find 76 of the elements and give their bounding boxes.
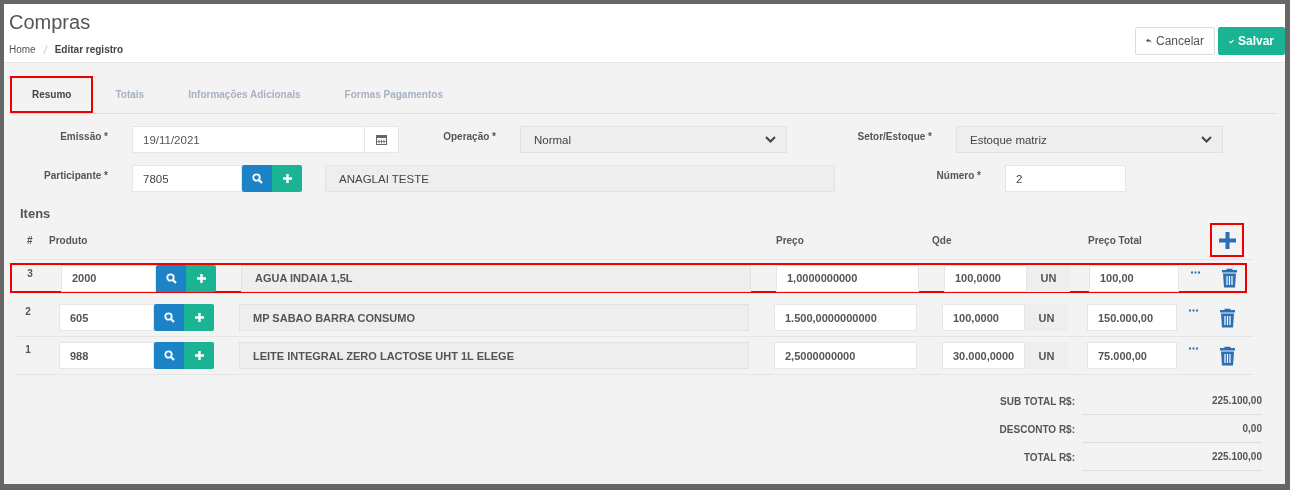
total-label: DESCONTO R$: [998, 423, 1075, 435]
column-header: Preço [776, 235, 804, 246]
tab[interactable]: Resumo [10, 76, 94, 113]
calendar-icon [376, 134, 387, 145]
breadcrumb-current: Editar registro [54, 44, 124, 55]
cancel-button[interactable]: Cancelar [1135, 27, 1215, 55]
search-button[interactable] [156, 264, 186, 292]
row-number: 3 [26, 268, 34, 279]
input-field[interactable]: 2000 [61, 264, 156, 292]
description-field: LEITE INTEGRAL ZERO LACTOSE UHT 1L ELEGE [239, 342, 749, 369]
plus-icon [282, 174, 292, 183]
unit-label: UN [1027, 264, 1070, 292]
search-icon [165, 272, 177, 284]
column-header: Produto [49, 235, 88, 246]
input-field[interactable]: 150.000,00 [1087, 304, 1177, 331]
plus-icon [196, 273, 206, 283]
search-icon [251, 173, 263, 184]
trash-icon[interactable] [1221, 268, 1238, 288]
field-label: Participante * [43, 169, 108, 181]
input-field[interactable]: 2 [1005, 165, 1126, 192]
unit-label: UN [1025, 342, 1068, 369]
input-field[interactable]: 988 [59, 342, 154, 369]
add-button[interactable] [184, 304, 214, 331]
select-field[interactable]: Normal [520, 126, 787, 153]
input-field[interactable]: 75.000,00 [1087, 342, 1177, 369]
field-label: Setor/Estoque * [856, 130, 932, 142]
total-label: TOTAL R$: [1022, 451, 1075, 463]
trash-icon[interactable] [1219, 345, 1236, 366]
add-item-button[interactable] [1210, 223, 1244, 257]
page-title: Compras [9, 10, 92, 34]
input-field[interactable]: 605 [59, 304, 154, 331]
input-field[interactable]: 1,0000000000 [776, 264, 919, 292]
column-header: Qde [932, 235, 952, 246]
add-button[interactable] [272, 165, 302, 192]
column-header: Preço Total [1088, 235, 1142, 246]
search-button[interactable] [242, 165, 272, 192]
column-header: # [27, 235, 33, 246]
plus-icon [1218, 231, 1236, 249]
field-label: Operação * [442, 130, 496, 142]
chevron-down-icon [765, 136, 776, 143]
search-button[interactable] [154, 304, 184, 331]
total-value: 225.100,00 [1082, 443, 1262, 471]
total-value: 225.100,00 [1082, 387, 1262, 415]
field-label: Número * [935, 169, 981, 181]
trash-icon[interactable] [1219, 307, 1236, 328]
description-field: AGUA INDAIA 1,5L [241, 264, 751, 292]
search-icon [163, 312, 175, 323]
description-field: MP SABAO BARRA CONSUMO [239, 304, 749, 331]
more-icon[interactable] [1189, 309, 1198, 312]
date-field[interactable]: 19/11/2021 [132, 126, 399, 153]
input-field[interactable]: 100,00 [1089, 264, 1179, 292]
more-icon[interactable] [1191, 271, 1200, 274]
plus-icon [194, 313, 204, 322]
add-button[interactable] [186, 264, 216, 292]
breadcrumb-link[interactable]: Home [9, 44, 36, 55]
input-field[interactable]: 1.500,0000000000 [774, 304, 917, 331]
total-value: 0,00 [1082, 415, 1262, 443]
add-button[interactable] [184, 342, 214, 369]
search-icon [163, 350, 175, 361]
row-number: 1 [24, 344, 32, 355]
select-field[interactable]: Estoque matriz [956, 126, 1223, 153]
total-label: SUB TOTAL R$: [999, 395, 1075, 407]
row-number: 2 [24, 306, 32, 317]
input-field[interactable]: 100,0000 [942, 304, 1025, 331]
input-field[interactable]: 2,5000000000 [774, 342, 917, 369]
more-icon[interactable] [1189, 347, 1198, 350]
input-field[interactable]: 100,0000 [944, 264, 1027, 292]
name-field: ANAGLAI TESTE [325, 165, 835, 192]
input-field[interactable]: 7805 [132, 165, 242, 192]
unit-label: UN [1025, 304, 1068, 331]
input-field[interactable]: 30.000,0000 [942, 342, 1025, 369]
search-button[interactable] [154, 342, 184, 369]
chevron-down-icon [1201, 136, 1212, 143]
section-title: Itens [20, 206, 52, 221]
plus-icon [194, 351, 204, 360]
field-label: Emissão * [59, 130, 108, 142]
